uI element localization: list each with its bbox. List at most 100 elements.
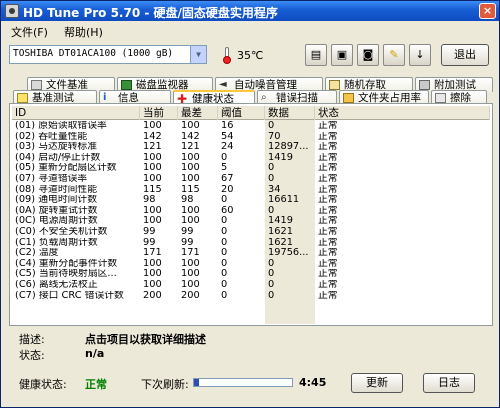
table-cell: (C4) 重新分配事件计数 bbox=[15, 258, 118, 269]
table-cell: 0 bbox=[221, 290, 228, 301]
table-cell: 1419 bbox=[268, 216, 293, 227]
table-cell: 1419 bbox=[268, 152, 293, 163]
header-data[interactable]: 数据 bbox=[265, 106, 315, 120]
table-row[interactable]: (0A) 旋转重试计数 100 100 60 0 正常 bbox=[12, 206, 490, 216]
table-cell: 100 bbox=[143, 280, 162, 290]
table-row[interactable]: (04) 启动/停止计数 100 100 0 1419 正常 bbox=[12, 153, 490, 163]
table-cell: 100 bbox=[143, 205, 162, 216]
copy-screen-icon: ▣ bbox=[336, 48, 348, 61]
options-button[interactable]: ✎ bbox=[383, 44, 405, 66]
table-row[interactable]: (07) 寻道错误率 100 100 67 0 正常 bbox=[12, 174, 490, 184]
table-cell: 0 bbox=[221, 258, 228, 269]
table-cell: (C2) 温度 bbox=[15, 248, 59, 259]
table-cell: 19756... bbox=[268, 248, 309, 259]
header-threshold[interactable]: 阈值 bbox=[218, 106, 265, 120]
table-row[interactable]: (C7) 接口 CRC 错误计数 200 200 0 0 正常 bbox=[12, 291, 490, 301]
screenshot-button[interactable]: ◙ bbox=[357, 44, 379, 66]
magnifier-icon: ⌕ bbox=[261, 92, 267, 103]
table-row[interactable]: (0C) 电源周期计数 100 100 0 1419 正常 bbox=[12, 216, 490, 226]
copy-info-icon: ▤ bbox=[310, 48, 322, 61]
state-label: 状态: bbox=[19, 349, 45, 362]
table-cell: (08) 寻道时间性能 bbox=[15, 184, 98, 195]
table-row[interactable]: (01) 原始读取错误率 100 100 16 0 正常 bbox=[12, 121, 490, 131]
table-row[interactable]: (03) 马达旋转标准 121 121 24 12897... 正常 bbox=[12, 142, 490, 152]
table-row[interactable]: (C5) 当前待映射扇区... 100 100 0 0 正常 bbox=[12, 269, 490, 279]
table-cell: 正常 bbox=[318, 195, 338, 206]
table-row[interactable]: (C4) 重新分配事件计数 100 100 0 0 正常 bbox=[12, 259, 490, 269]
table-cell: 正常 bbox=[318, 237, 338, 248]
hdtune-app-icon bbox=[5, 4, 19, 18]
table-cell: 0 bbox=[221, 269, 228, 280]
table-cell: 0 bbox=[221, 237, 228, 248]
table-cell: 115 bbox=[181, 184, 200, 195]
table-cell: 100 bbox=[143, 174, 162, 184]
header-worst[interactable]: 最差 bbox=[178, 106, 218, 120]
table-cell: (07) 寻道错误率 bbox=[15, 174, 88, 184]
table-cell: 正常 bbox=[318, 205, 338, 216]
table-cell: 100 bbox=[181, 121, 200, 131]
table-row[interactable]: (C0) 不安全关机计数 99 99 0 1621 正常 bbox=[12, 227, 490, 237]
table-cell: (C1) 负载周期计数 bbox=[15, 237, 98, 248]
header-current[interactable]: 当前 bbox=[140, 106, 178, 120]
exit-button[interactable]: 退出 bbox=[441, 44, 489, 66]
table-cell: 99 bbox=[143, 227, 156, 237]
table-cell: (0A) 旋转重试计数 bbox=[15, 205, 98, 216]
status-bar: 健康状态: 正常 下次刷新: 4:45 更新 日志 bbox=[1, 369, 499, 393]
table-cell: (C0) 不安全关机计数 bbox=[15, 227, 108, 237]
drive-select[interactable]: TOSHIBA DT01ACA100 (1000 gB) ▼ bbox=[9, 45, 207, 64]
title-bar[interactable]: HD Tune Pro 5.70 - 硬盘/固态硬盘实用程序 × bbox=[1, 1, 499, 21]
chevron-down-icon[interactable]: ▼ bbox=[190, 46, 206, 63]
table-cell: 200 bbox=[143, 290, 162, 301]
table-cell: 100 bbox=[181, 163, 200, 174]
table-cell: 12897... bbox=[268, 142, 309, 153]
health-panel: ID 当前 最差 阈值 数据 状态 (01) 原始读取错误率 100 100 16 0 正… bbox=[9, 103, 493, 326]
table-cell: 100 bbox=[181, 174, 200, 184]
table-cell: 0 bbox=[268, 280, 275, 290]
table-cell: 115 bbox=[143, 184, 162, 195]
table-cell: 0 bbox=[268, 258, 275, 269]
log-button[interactable]: 日志 bbox=[423, 373, 475, 393]
header-status[interactable]: 状态 bbox=[315, 106, 490, 120]
table-row[interactable]: (C1) 负载周期计数 99 99 0 1621 正常 bbox=[12, 238, 490, 248]
screenshot-icon: ◙ bbox=[362, 48, 374, 61]
download-icon: ↓ bbox=[415, 48, 425, 61]
table-cell: (03) 马达旋转标准 bbox=[15, 142, 98, 153]
table-row[interactable]: (C2) 温度 171 171 0 19756... 正常 bbox=[12, 248, 490, 258]
table-row[interactable]: (05) 重新分配扇区计数 100 100 5 0 正常 bbox=[12, 163, 490, 173]
smart-table[interactable]: ID 当前 最差 阈值 数据 状态 (01) 原始读取错误率 100 100 16 0 正… bbox=[12, 106, 490, 324]
copy-info-button[interactable]: ▤ bbox=[305, 44, 327, 66]
refresh-button[interactable]: 更新 bbox=[351, 373, 403, 393]
menu-help[interactable]: 帮助(H) bbox=[64, 24, 103, 40]
table-cell: 0 bbox=[221, 152, 228, 163]
table-row[interactable]: (02) 吞吐量性能 142 142 54 70 正常 bbox=[12, 132, 490, 142]
copy-screen-button[interactable]: ▣ bbox=[331, 44, 353, 66]
table-cell: 正常 bbox=[318, 163, 338, 174]
table-cell: 99 bbox=[143, 237, 156, 248]
table-cell: 98 bbox=[181, 195, 194, 206]
table-cell: 0 bbox=[268, 163, 275, 174]
table-cell: (09) 通电时间计数 bbox=[15, 195, 98, 206]
details-area: 描述: 点击项目以获取详细描述 状态: n/a bbox=[9, 329, 493, 363]
close-button[interactable]: × bbox=[479, 3, 496, 19]
table-cell: (C5) 当前待映射扇区... bbox=[15, 269, 117, 280]
speaker-icon: ◄ bbox=[219, 79, 227, 90]
table-row[interactable]: (C6) 离线无法校正 100 100 0 0 正常 bbox=[12, 280, 490, 290]
table-cell: 正常 bbox=[318, 280, 338, 290]
table-cell: 67 bbox=[221, 174, 234, 184]
table-cell: 0 bbox=[268, 205, 275, 216]
table-cell: (04) 启动/停止计数 bbox=[15, 152, 101, 163]
table-cell: 200 bbox=[181, 290, 200, 301]
download-button[interactable]: ↓ bbox=[409, 44, 431, 66]
table-cell: 100 bbox=[143, 258, 162, 269]
state-value: n/a bbox=[85, 347, 105, 360]
table-row[interactable]: (08) 寻道时间性能 115 115 20 34 正常 bbox=[12, 185, 490, 195]
table-cell: 0 bbox=[221, 227, 228, 237]
health-status-value: 正常 bbox=[85, 378, 107, 391]
table-cell: 121 bbox=[181, 142, 200, 153]
header-id[interactable]: ID bbox=[12, 106, 140, 120]
table-row[interactable]: (09) 通电时间计数 98 98 0 16611 正常 bbox=[12, 195, 490, 205]
menu-file[interactable]: 文件(F) bbox=[11, 24, 48, 40]
file-icon bbox=[31, 80, 42, 90]
thermometer-icon bbox=[223, 47, 231, 64]
table-cell: 0 bbox=[221, 195, 228, 206]
